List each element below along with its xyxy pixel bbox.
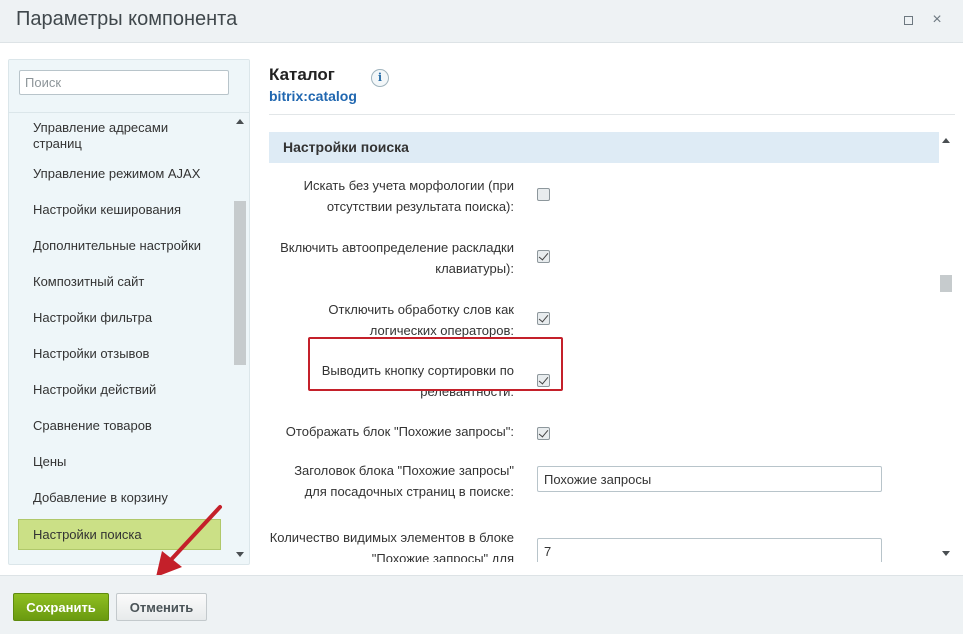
dialog-body: Управление адресами страниц Управление р… (0, 43, 963, 577)
section-header: Настройки поиска (269, 132, 939, 163)
scroll-up-icon[interactable] (942, 138, 950, 143)
scroll-up-icon[interactable] (236, 119, 244, 124)
component-title: Каталог (269, 65, 335, 84)
sidebar-item-composite[interactable]: Композитный сайт (18, 274, 220, 290)
checkbox-keyboard-layout[interactable] (537, 250, 550, 263)
window-titlebar: Параметры компонента × (0, 0, 963, 43)
main-panel: Каталог i bitrix:catalog Настройки поиск… (258, 59, 963, 565)
dialog-footer: Сохранить Отменить (0, 575, 963, 634)
window-title: Параметры компонента (16, 8, 238, 30)
annotation-arrow-icon (156, 505, 222, 577)
component-code: bitrix:catalog (269, 88, 357, 104)
save-button[interactable]: Сохранить (13, 593, 109, 621)
sidebar-item-actions[interactable]: Настройки действий (18, 382, 220, 398)
setting-label-no-morphology: Искать без учета морфологии (при отсутст… (303, 178, 514, 214)
sidebar-search-wrap (9, 60, 249, 113)
sidebar-scroll-thumb[interactable] (234, 201, 246, 365)
scroll-down-icon[interactable] (942, 551, 950, 556)
sidebar-item-prices[interactable]: Цены (18, 454, 220, 470)
main-scroll-thumb[interactable] (940, 275, 952, 292)
sidebar-item-cache[interactable]: Настройки кеширования (18, 202, 220, 218)
highlight-annotation (308, 337, 563, 391)
divider (269, 114, 955, 115)
info-icon[interactable]: i (371, 69, 389, 87)
close-icon[interactable]: × (929, 12, 945, 28)
cancel-button[interactable]: Отменить (116, 593, 207, 621)
setting-label-similar-title: Заголовок блока "Похожие запросы" для по… (294, 463, 514, 499)
checkbox-logic-operators[interactable] (537, 312, 550, 325)
visible-count-field[interactable] (537, 538, 882, 562)
maximize-icon[interactable] (900, 12, 916, 28)
sidebar-item-filter[interactable]: Настройки фильтра (18, 310, 220, 326)
sidebar-item-ajax[interactable]: Управление режимом AJAX (18, 166, 220, 182)
sidebar-item-additional[interactable]: Дополнительные настройки (18, 238, 220, 254)
sidebar-item-reviews[interactable]: Настройки отзывов (18, 346, 220, 362)
setting-label-visible-count: Количество видимых элементов в блоке "По… (269, 530, 514, 562)
sidebar-item-compare[interactable]: Сравнение товаров (18, 418, 220, 434)
search-input[interactable] (19, 70, 229, 95)
main-scrollbar[interactable] (939, 132, 953, 562)
similar-title-field[interactable] (537, 466, 882, 492)
sidebar: Управление адресами страниц Управление р… (8, 59, 250, 565)
sidebar-list: Управление адресами страниц Управление р… (9, 113, 231, 563)
setting-label-similar-queries: Отображать блок "Похожие запросы": (285, 424, 514, 439)
setting-label-keyboard-layout: Включить автоопределение раскладки клави… (280, 240, 514, 276)
checkbox-similar-queries[interactable] (537, 427, 550, 440)
sidebar-item-url-management[interactable]: Управление адресами страниц (18, 120, 220, 152)
setting-label-logic-operators: Отключить обработку слов как логических … (328, 302, 514, 338)
scroll-down-icon[interactable] (236, 552, 244, 557)
checkbox-no-morphology[interactable] (537, 188, 550, 201)
settings-panel: Настройки поиска Искать без учета морфол… (269, 132, 939, 562)
sidebar-scrollbar[interactable] (233, 113, 247, 563)
